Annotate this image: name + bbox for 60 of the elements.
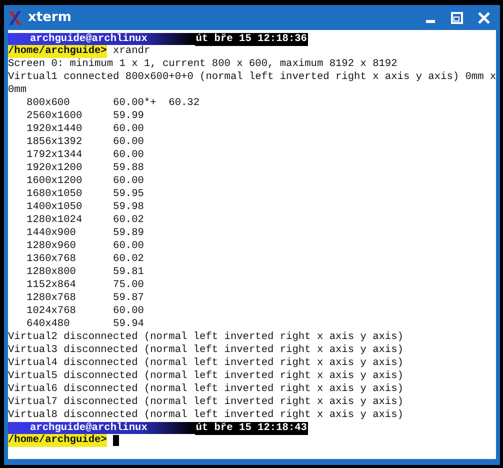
maximize-button[interactable] xyxy=(448,10,466,26)
output-line: Virtual4 disconnected (normal left inverted right x axis y axis) xyxy=(8,357,404,370)
x-logo-icon xyxy=(8,10,22,26)
user-host-text: archguide@archlinux xyxy=(29,32,148,46)
mode-text: 1400x1050 xyxy=(26,201,84,214)
rate-text: 59.95 xyxy=(113,188,145,201)
rate-text: 59.89 xyxy=(113,227,145,240)
mode-text: 1920x1200 xyxy=(26,162,84,175)
output-line: Virtual5 disconnected (normal left inverted right x axis y axis) xyxy=(8,370,404,383)
prompt-path: /home/archguide> xyxy=(8,434,107,447)
maximize-icon xyxy=(451,12,463,24)
datetime-text: út bře 15 12:18:43 xyxy=(194,422,308,434)
mode-text: 1792x1344 xyxy=(26,149,84,162)
mode-text: 1680x1050 xyxy=(26,188,84,201)
mode-text: 1280x768 xyxy=(26,292,77,305)
mode-text: 1024x768 xyxy=(26,305,77,318)
mode-text: 1600x1200 xyxy=(26,175,84,188)
rate-text: 59.94 xyxy=(113,318,145,331)
rate-text: 59.98 xyxy=(113,201,145,214)
mode-text: 1280x1024 xyxy=(26,214,84,227)
output-line: Virtual8 disconnected (normal left inverted right x axis y axis) xyxy=(8,409,404,422)
rate-text: 75.00 xyxy=(113,279,145,292)
mode-text: 1152x864 xyxy=(26,279,77,292)
rate-text: 59.87 xyxy=(113,292,145,305)
output-line: Virtual2 disconnected (normal left inverted right x axis y axis) xyxy=(8,331,404,344)
rate-text: 60.02 xyxy=(113,253,145,266)
rate-text: 59.81 xyxy=(113,266,145,279)
minimize-icon xyxy=(426,20,434,23)
rate-text: 59.88 xyxy=(113,162,145,175)
command-text: xrandr xyxy=(113,45,150,58)
rate-text: 60.00 xyxy=(113,123,145,136)
mode-text: 800x600 xyxy=(26,97,71,110)
rate-text: 60.00*+ xyxy=(113,97,158,110)
output-line: Virtual1 connected 800x600+0+0 (normal left inverted right x axis y axis) 0mm x 0mm xyxy=(8,71,498,97)
close-button[interactable] xyxy=(475,10,493,26)
mode-text: 1280x800 xyxy=(26,266,77,279)
rate-text: 60.32 xyxy=(168,97,201,110)
prompt-path: /home/archguide> xyxy=(8,45,107,58)
output-line: Virtual6 disconnected (normal left inverted right x axis y axis) xyxy=(8,383,404,396)
mode-text: 1280x960 xyxy=(26,240,77,253)
mode-text: 640x480 xyxy=(26,318,71,331)
mode-text: 1360x768 xyxy=(26,253,77,266)
rate-text: 60.00 xyxy=(113,175,145,188)
output-line: Screen 0: minimum 1 x 1, current 800 x 600, maximum 8192 x 8192 xyxy=(8,58,398,71)
mode-text: 1920x1440 xyxy=(26,123,84,136)
output-line: Virtual3 disconnected (normal left inverted right x axis y axis) xyxy=(8,344,404,357)
rate-text: 60.02 xyxy=(113,214,145,227)
mode-text: 2560x1600 xyxy=(26,110,84,123)
mode-text: 1440x900 xyxy=(26,227,77,240)
output-line: Virtual7 disconnected (normal left inverted right x axis y axis) xyxy=(8,396,404,409)
rate-text: 60.00 xyxy=(113,149,145,162)
rate-text: 60.00 xyxy=(113,305,145,318)
window-title: xterm xyxy=(28,10,72,25)
mode-text: 1856x1392 xyxy=(26,136,84,149)
rate-text: 59.99 xyxy=(113,110,145,123)
rate-text: 60.00 xyxy=(113,136,145,149)
rate-text: 60.00 xyxy=(113,240,145,253)
datetime-text: út bře 15 12:18:36 xyxy=(194,32,308,46)
close-icon xyxy=(478,12,490,24)
user-host-text: archguide@archlinux xyxy=(29,422,148,434)
